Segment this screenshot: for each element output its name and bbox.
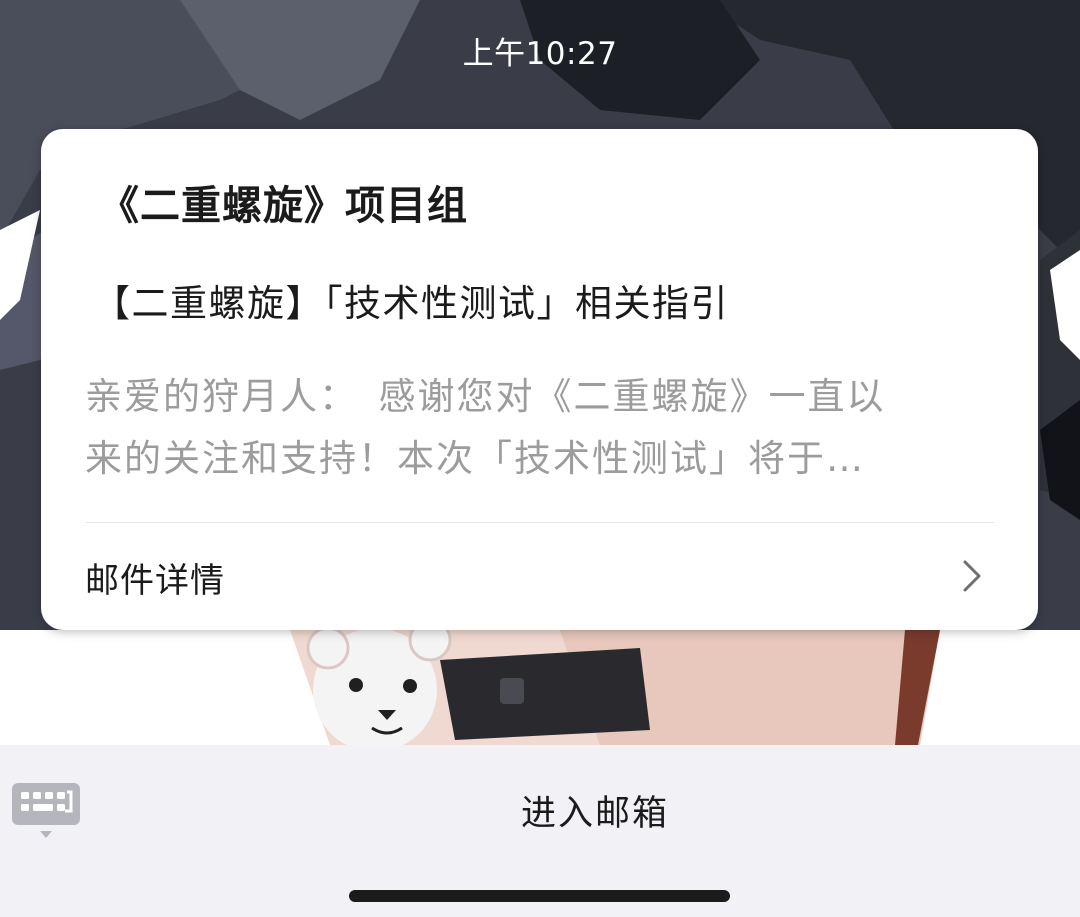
chevron-right-icon: [963, 560, 981, 592]
status-bar-time: 上午10:27: [462, 36, 618, 72]
mail-details-label: 邮件详情: [85, 561, 225, 601]
keyboard-toggle-icon[interactable]: [11, 782, 81, 840]
sender-name: 《二重螺旋》项目组: [99, 183, 468, 229]
home-indicator[interactable]: [349, 890, 730, 902]
mail-subject: 【二重螺旋】「技术性测试」相关指引: [93, 282, 729, 325]
bottom-action-bar: 进入邮箱: [0, 745, 1080, 917]
mail-details-row[interactable]: 邮件详情: [41, 523, 1038, 630]
mail-preview-line: 来的关注和支持！本次「技术性测试」将于…: [85, 437, 865, 480]
mail-preview-line: 亲爱的狩月人： 感谢您对《二重螺旋》一直以: [85, 375, 886, 418]
enter-mailbox-button[interactable]: 进入邮箱: [480, 785, 710, 835]
mail-notification-card[interactable]: 《二重螺旋》项目组 【二重螺旋】「技术性测试」相关指引 亲爱的狩月人： 感谢您对…: [41, 129, 1038, 630]
mail-preview: 亲爱的狩月人： 感谢您对《二重螺旋》一直以 来的关注和支持！本次「技术性测试」将…: [85, 366, 985, 490]
